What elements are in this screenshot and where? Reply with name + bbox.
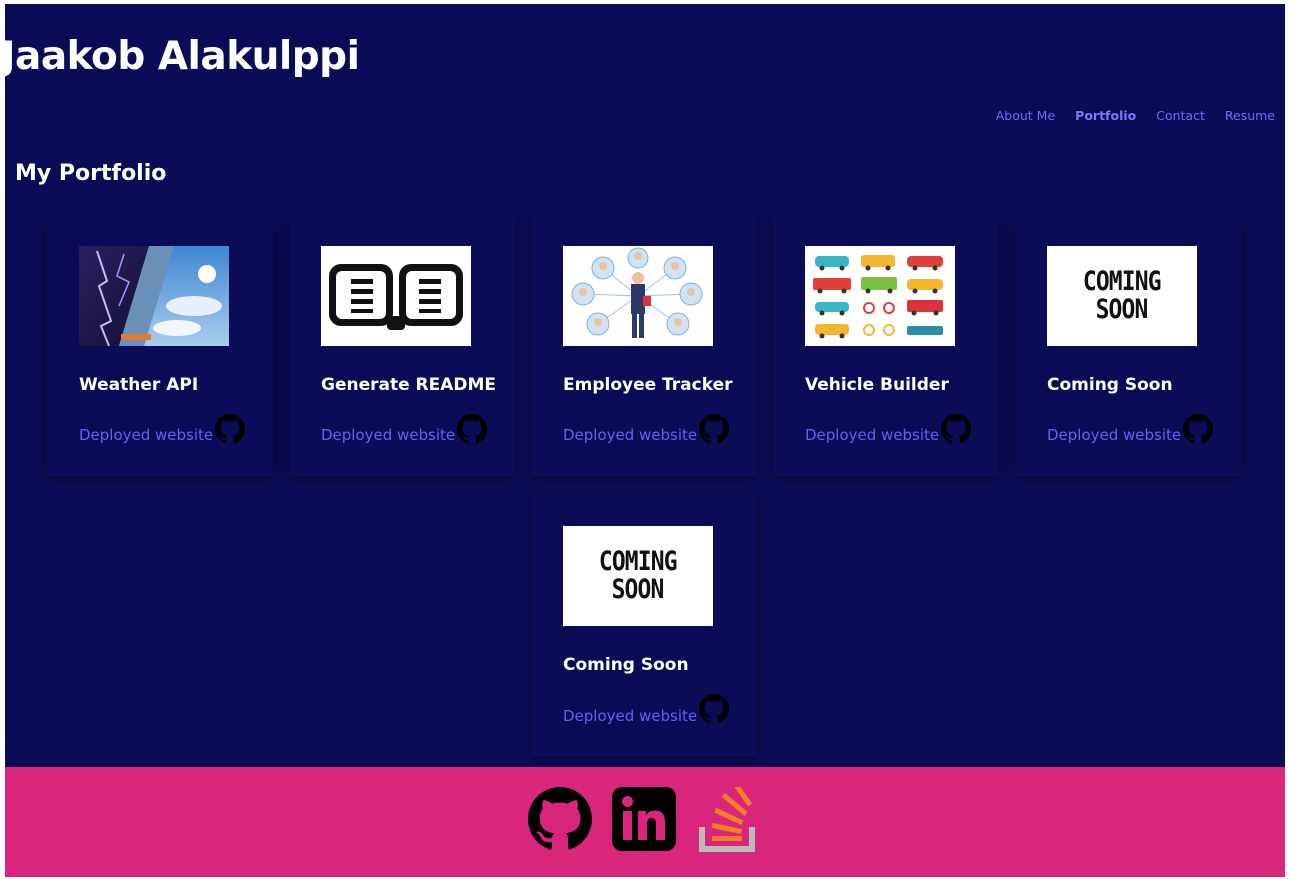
coming-soon-word: SOON (1096, 294, 1149, 325)
nav-contact[interactable]: Contact (1156, 108, 1205, 123)
team-network-image[interactable] (563, 246, 713, 346)
coming-soon-image[interactable]: COMING SOON (563, 526, 713, 626)
project-title: Employee Tracker (563, 375, 733, 395)
project-card: Vehicle Builder Deployed website (773, 216, 999, 476)
coming-soon-image[interactable]: COMING SOON (1047, 246, 1197, 346)
project-card: Weather API Deployed website (47, 216, 273, 476)
deployed-website-link[interactable]: Deployed website (321, 426, 455, 444)
linkedin-icon[interactable] (612, 787, 676, 855)
deployed-website-link[interactable]: Deployed website (563, 707, 697, 725)
nav-portfolio[interactable]: Portfolio (1075, 108, 1136, 123)
project-title: Coming Soon (563, 655, 689, 675)
portfolio-heading: My Portfolio (15, 161, 167, 186)
github-icon[interactable] (699, 414, 729, 444)
storm-and-sky-image[interactable] (79, 246, 229, 346)
page-frame: Jaakob Alakulppi About Me Portfolio Cont… (5, 4, 1285, 877)
github-icon[interactable] (457, 414, 487, 444)
nav-about-me[interactable]: About Me (996, 108, 1055, 123)
deployed-website-link[interactable]: Deployed website (563, 426, 697, 444)
project-title: Vehicle Builder (805, 375, 949, 395)
footer (5, 767, 1285, 877)
project-title: Generate README (321, 375, 497, 395)
open-book-image[interactable] (321, 246, 471, 346)
github-icon[interactable] (699, 694, 729, 724)
vehicles-grid-image[interactable] (805, 246, 955, 346)
github-icon[interactable] (528, 787, 592, 855)
deployed-website-link[interactable]: Deployed website (805, 426, 939, 444)
project-card: Employee Tracker Deployed website (531, 216, 757, 476)
project-title: Coming Soon (1047, 375, 1173, 395)
github-icon[interactable] (1183, 414, 1213, 444)
project-title: Weather API (79, 375, 199, 395)
github-icon[interactable] (215, 414, 245, 444)
coming-soon-word: SOON (612, 574, 665, 605)
main-nav: About Me Portfolio Contact Resume (996, 108, 1275, 123)
site-title: Jaakob Alakulppi (5, 34, 360, 79)
project-card: COMING SOON Coming Soon Deployed website (1015, 216, 1241, 476)
project-card: Generate README Deployed website (289, 216, 515, 476)
deployed-website-link[interactable]: Deployed website (79, 426, 213, 444)
nav-resume[interactable]: Resume (1225, 108, 1275, 123)
coming-soon-word: COMING (1083, 266, 1162, 297)
project-card: COMING SOON Coming Soon Deployed website (531, 496, 757, 756)
stackoverflow-icon[interactable] (698, 782, 758, 857)
github-icon[interactable] (941, 414, 971, 444)
coming-soon-word: COMING (599, 546, 678, 577)
deployed-website-link[interactable]: Deployed website (1047, 426, 1181, 444)
